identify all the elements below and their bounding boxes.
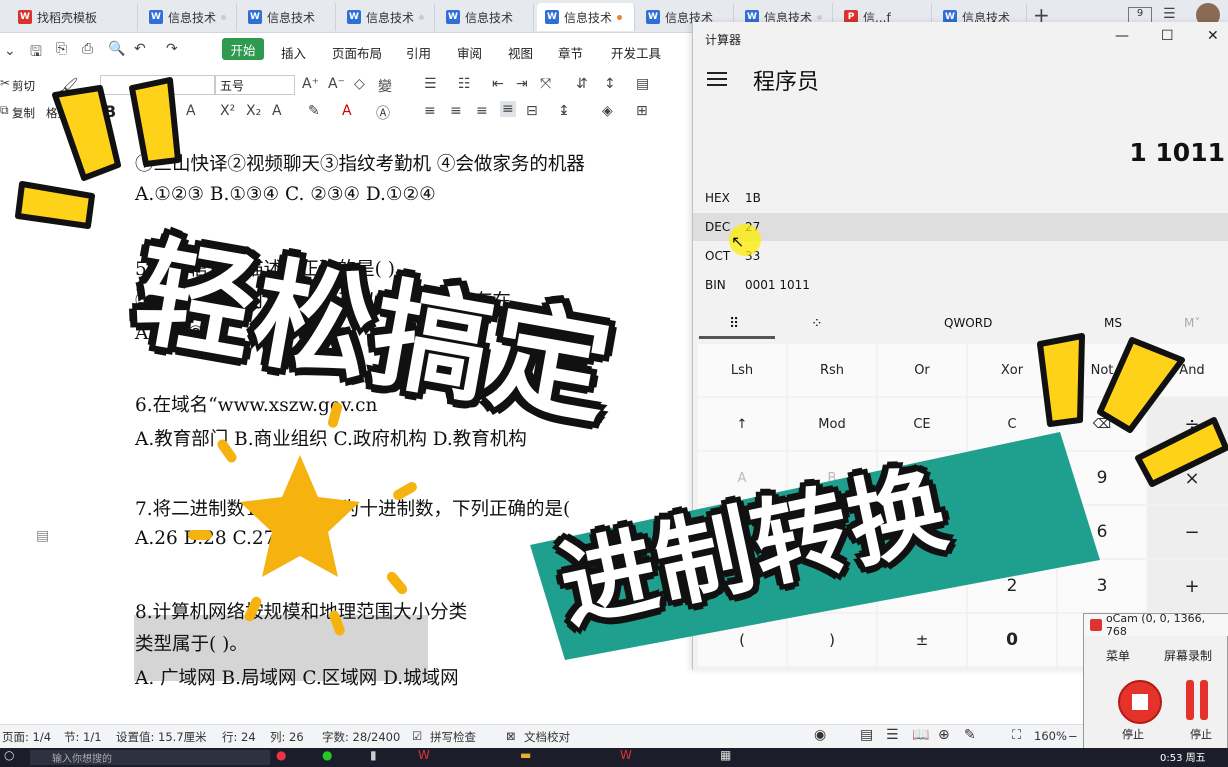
star-icon — [240, 455, 360, 577]
decoration-layer — [15, 77, 1228, 660]
